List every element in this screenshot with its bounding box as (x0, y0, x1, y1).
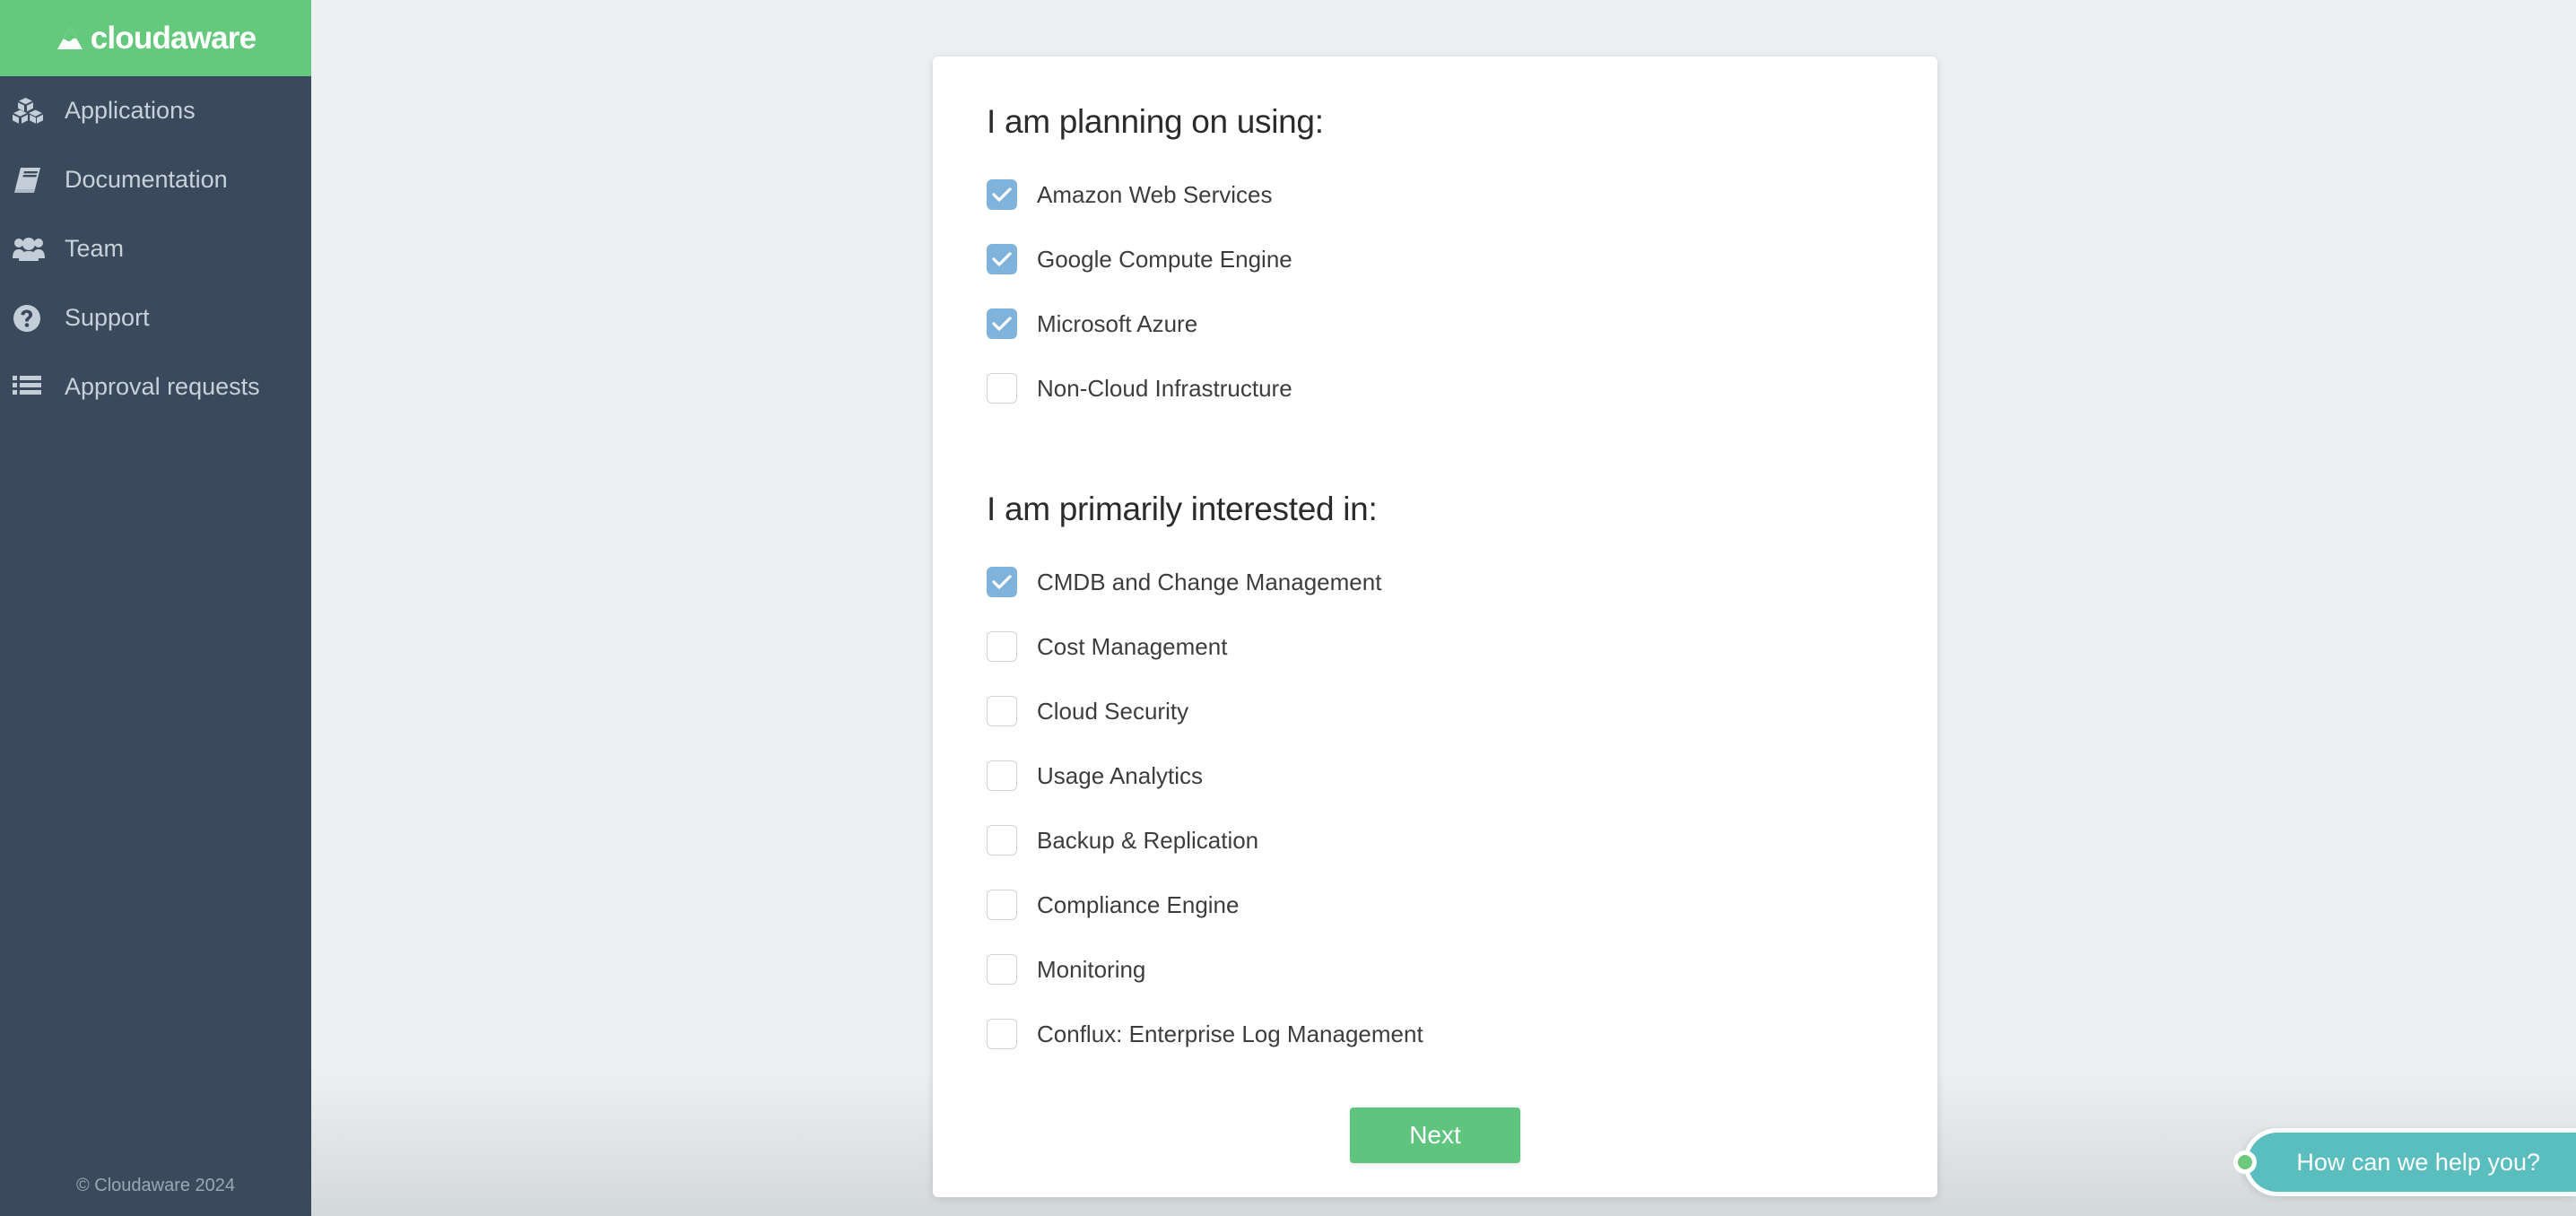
list-icon (13, 371, 52, 404)
sidebar-copyright: © Cloudaware 2024 (75, 1176, 236, 1195)
sidebar-item-label: Documentation (65, 166, 228, 193)
sidebar-item-label: Support (65, 304, 150, 331)
checkbox-unchecked-icon[interactable] (987, 631, 1017, 662)
checkbox-label: Cost Management (1037, 632, 1228, 660)
checkbox-unchecked-icon[interactable] (987, 825, 1017, 856)
sidebar: cloudaware Applications Documentation Te… (0, 0, 311, 1216)
boxes-icon (13, 95, 52, 127)
checkbox-row-usage-analytics[interactable]: Usage Analytics (987, 743, 1884, 808)
sidebar-item-documentation[interactable]: Documentation (0, 145, 311, 214)
checkbox-label: Usage Analytics (1037, 761, 1203, 789)
sidebar-item-label: Team (65, 235, 125, 262)
checkbox-row-cost-management[interactable]: Cost Management (987, 614, 1884, 679)
section-one-title: I am planning on using: (987, 103, 1324, 140)
chat-widget[interactable]: How can we help you? (2233, 1128, 2576, 1196)
checkbox-unchecked-icon[interactable] (987, 696, 1017, 726)
checkbox-unchecked-icon[interactable] (987, 373, 1017, 404)
checkbox-label: Monitoring (1037, 955, 1146, 983)
checkbox-checked-icon[interactable] (987, 179, 1017, 210)
cloudaware-logo-icon (56, 25, 84, 52)
checkbox-unchecked-icon[interactable] (987, 1019, 1017, 1049)
checkbox-row-cloud-security[interactable]: Cloud Security (987, 679, 1884, 743)
checkbox-checked-icon[interactable] (987, 244, 1017, 274)
checkbox-checked-icon[interactable] (987, 308, 1017, 339)
book-icon (13, 164, 52, 196)
question-circle-icon (13, 302, 52, 334)
sidebar-logo-text: cloudaware (90, 21, 257, 56)
sidebar-item-team[interactable]: Team (0, 214, 311, 283)
sidebar-item-label: Approval requests (65, 373, 260, 400)
checkbox-row-cmdb[interactable]: CMDB and Change Management (987, 550, 1884, 614)
users-icon (13, 233, 52, 265)
next-button-container: Next (987, 1107, 1884, 1163)
sidebar-item-approval-requests[interactable]: Approval requests (0, 352, 311, 421)
section-two-title: I am primarily interested in: (987, 491, 1378, 527)
checkbox-label: Non-Cloud Infrastructure (1037, 374, 1292, 402)
checkbox-label: Conflux: Enterprise Log Management (1037, 1020, 1423, 1047)
chat-widget-label: How can we help you? (2296, 1148, 2540, 1176)
online-status-dot (2233, 1151, 2258, 1174)
checkbox-label: Microsoft Azure (1037, 309, 1198, 337)
checkbox-row-azure[interactable]: Microsoft Azure (987, 291, 1884, 356)
checkbox-unchecked-icon[interactable] (987, 760, 1017, 791)
sidebar-item-applications[interactable]: Applications (0, 76, 311, 145)
checkbox-row-aws[interactable]: Amazon Web Services (987, 162, 1884, 227)
checkbox-label: Amazon Web Services (1037, 180, 1273, 208)
checkbox-row-gce[interactable]: Google Compute Engine (987, 227, 1884, 291)
sidebar-item-support[interactable]: Support (0, 283, 311, 352)
checkbox-row-backup-replication[interactable]: Backup & Replication (987, 808, 1884, 873)
checkbox-unchecked-icon[interactable] (987, 890, 1017, 920)
checkbox-row-conflux[interactable]: Conflux: Enterprise Log Management (987, 1002, 1884, 1066)
checkbox-label: Backup & Replication (1037, 826, 1259, 854)
checkbox-checked-icon[interactable] (987, 567, 1017, 597)
onboarding-card: I am planning on using: Amazon Web Servi… (933, 56, 1937, 1197)
checkbox-row-monitoring[interactable]: Monitoring (987, 937, 1884, 1002)
checkbox-label: CMDB and Change Management (1037, 568, 1382, 595)
checkbox-label: Cloud Security (1037, 697, 1189, 725)
next-button[interactable]: Next (1350, 1107, 1520, 1163)
checkbox-row-non-cloud[interactable]: Non-Cloud Infrastructure (987, 356, 1884, 421)
sidebar-logo[interactable]: cloudaware (0, 0, 311, 76)
checkbox-unchecked-icon[interactable] (987, 954, 1017, 985)
sidebar-item-label: Applications (65, 97, 196, 124)
checkbox-row-compliance-engine[interactable]: Compliance Engine (987, 873, 1884, 937)
checkbox-label: Google Compute Engine (1037, 245, 1292, 273)
checkbox-label: Compliance Engine (1037, 890, 1240, 918)
